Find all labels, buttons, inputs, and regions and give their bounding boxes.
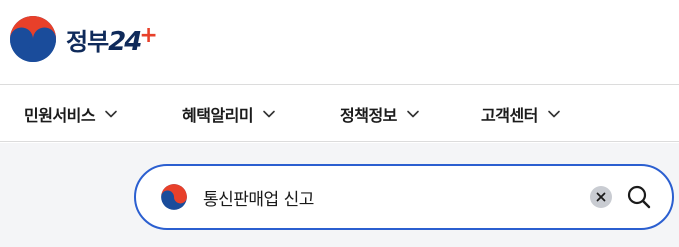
site-header: 정부 24 + [0,0,679,85]
logo-text-number: 24 [108,26,142,57]
main-nav: 민원서비스 혜택알리미 정책정보 고객센터 [0,86,679,142]
nav-item-civil-services[interactable]: 민원서비스 [24,86,118,142]
chevron-down-icon [407,110,419,118]
search-input[interactable] [203,187,583,207]
government-emblem-icon [10,16,56,62]
logo-text-korean: 정부 [66,27,109,56]
clear-search-button[interactable] [590,186,612,208]
emblem-icon [161,184,187,210]
close-icon [596,192,606,202]
chevron-down-icon [263,110,275,118]
nav-item-label: 고객센터 [481,106,538,125]
nav-item-label: 정책정보 [340,106,397,125]
nav-item-customer-center[interactable]: 고객센터 [481,86,561,142]
chevron-down-icon [548,110,560,118]
logo-text-plus: + [139,22,158,48]
search-icon [627,185,651,209]
nav-item-label: 혜택알리미 [182,106,254,125]
search-bar [134,164,674,230]
logo-text: 정부 24 + [66,22,158,57]
chevron-down-icon [105,110,117,118]
nav-item-policy-info[interactable]: 정책정보 [340,86,420,142]
nav-item-label: 민원서비스 [24,106,96,125]
search-button[interactable] [625,183,653,211]
home-logo-link[interactable]: 정부 24 + [8,14,158,64]
nav-item-benefits[interactable]: 혜택알리미 [182,86,276,142]
